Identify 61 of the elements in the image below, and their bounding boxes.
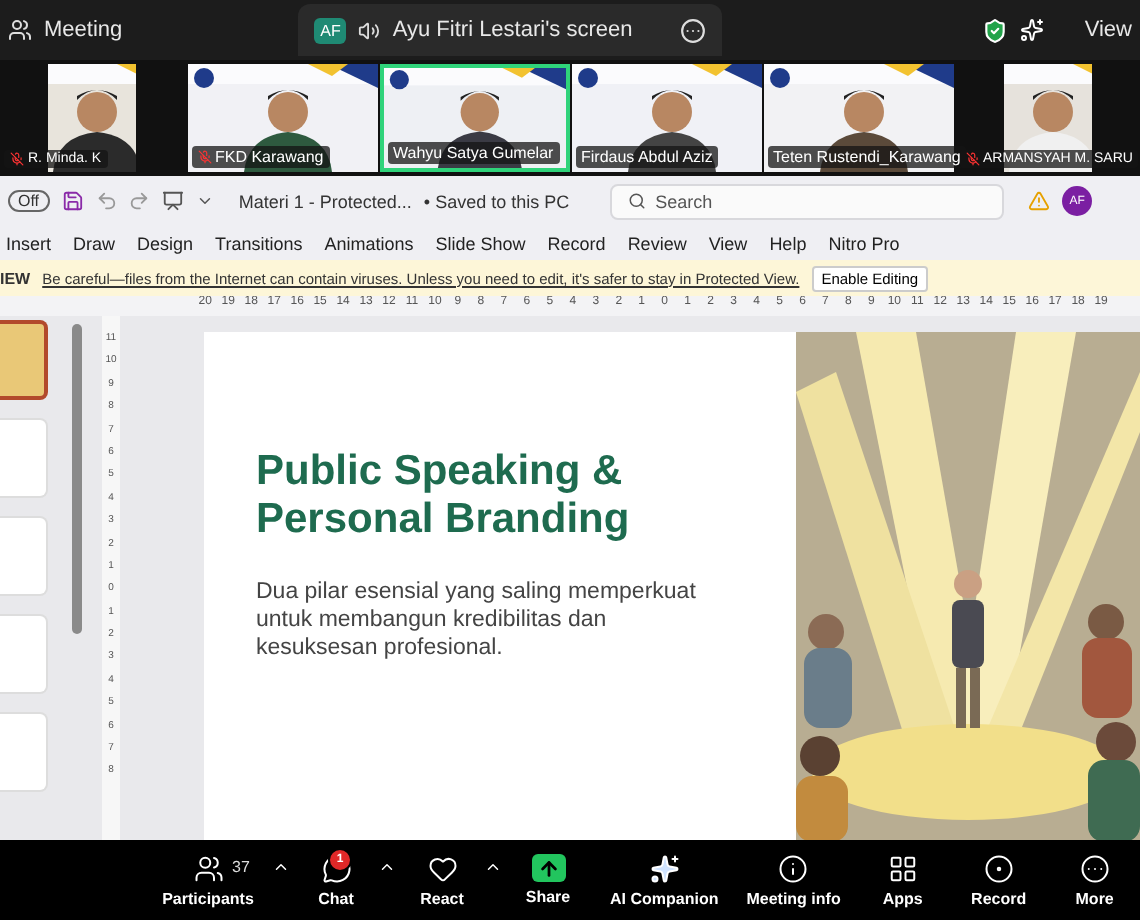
search-field[interactable]: Search	[609, 183, 1005, 219]
participants-icon	[193, 853, 223, 883]
record-icon	[983, 853, 1014, 883]
slide-thumbnail[interactable]	[0, 320, 48, 400]
meeting-icon	[8, 18, 32, 42]
sparkle-icon	[1020, 18, 1045, 42]
meeting-title: Meeting	[44, 18, 123, 42]
chat-icon	[321, 853, 351, 883]
ribbon-tab[interactable]: Animations	[324, 233, 414, 253]
toolbar-button[interactable]: 37 Participants	[152, 853, 264, 907]
toolbar-button[interactable]: More	[1060, 853, 1129, 907]
ribbon-tab[interactable]: Design	[137, 233, 194, 253]
search-icon	[627, 192, 646, 210]
participant-name: Wahyu Satya Gumelar	[387, 142, 560, 164]
view-button[interactable]: View	[1084, 18, 1132, 42]
toolbar-button[interactable]: Apps	[868, 853, 937, 907]
slide-title: Personal Branding	[256, 496, 632, 545]
ribbon-tab[interactable]: Draw	[73, 233, 116, 253]
present-icon[interactable]	[162, 190, 185, 212]
sparkle-icon	[649, 853, 680, 883]
toolbar-button[interactable]: AI Companion	[610, 853, 719, 907]
share-label: Ayu Fitri Lestari's screen	[392, 18, 633, 42]
ribbon-tab[interactable]: Nitro Pro	[828, 233, 900, 253]
redo-icon[interactable]	[128, 190, 151, 212]
warning-icon	[1028, 190, 1051, 212]
toolbar-button[interactable]: Share	[514, 854, 582, 906]
ribbon-tab[interactable]: Help	[769, 233, 807, 253]
slide-subtitle: Dua pilar esensial yang saling memperkuat untuk membangun kredibilitas dan kesuksesan profesional.	[256, 580, 698, 664]
undo-icon[interactable]	[95, 190, 117, 212]
ribbon-tab[interactable]: Record	[547, 233, 606, 253]
info-icon	[778, 853, 809, 883]
protected-label: IEW	[0, 269, 31, 287]
video-tile[interactable]: FKD Karawang	[187, 64, 377, 172]
share-icon	[531, 854, 565, 882]
ribbon-tab[interactable]: Slide Show	[435, 233, 526, 253]
apps-icon	[887, 853, 918, 883]
video-tile[interactable]: Wahyu Satya Gumelar	[379, 64, 569, 172]
heart-icon	[427, 853, 457, 883]
video-tile[interactable]: Firdaus Abdul Aziz	[571, 64, 761, 172]
participant-name: FKD Karawang	[191, 146, 330, 168]
slide-title: Public Speaking &	[256, 448, 625, 497]
file-name: Materi 1 - Protected...	[238, 191, 412, 211]
more-icon[interactable]	[680, 17, 707, 43]
speaker-icon	[358, 19, 381, 41]
avatar-badge: AF	[314, 17, 347, 43]
toolbar-button[interactable]: Meeting info	[746, 853, 841, 907]
scrollbar[interactable]	[72, 324, 82, 634]
more-icon	[1079, 853, 1110, 883]
save-status: • Saved to this PC	[423, 191, 570, 211]
toolbar-button[interactable]: Record	[964, 853, 1033, 907]
toolbar-button[interactable]: React	[408, 853, 476, 907]
participant-name: Firdaus Abdul Aziz	[575, 146, 719, 168]
ribbon-tab[interactable]: View	[708, 233, 748, 253]
ribbon-tab[interactable]: Insert	[6, 233, 52, 253]
customize-icon[interactable]	[196, 192, 215, 210]
ribbon-tab[interactable]: Transitions	[215, 233, 303, 253]
save-icon[interactable]	[61, 190, 83, 212]
ribbon-tab[interactable]: Review	[627, 233, 687, 253]
shield-icon	[982, 17, 1009, 43]
autosave-toggle[interactable]: Off	[8, 190, 50, 212]
share-tab[interactable]: AF Ayu Fitri Lestari's screen	[298, 4, 723, 56]
